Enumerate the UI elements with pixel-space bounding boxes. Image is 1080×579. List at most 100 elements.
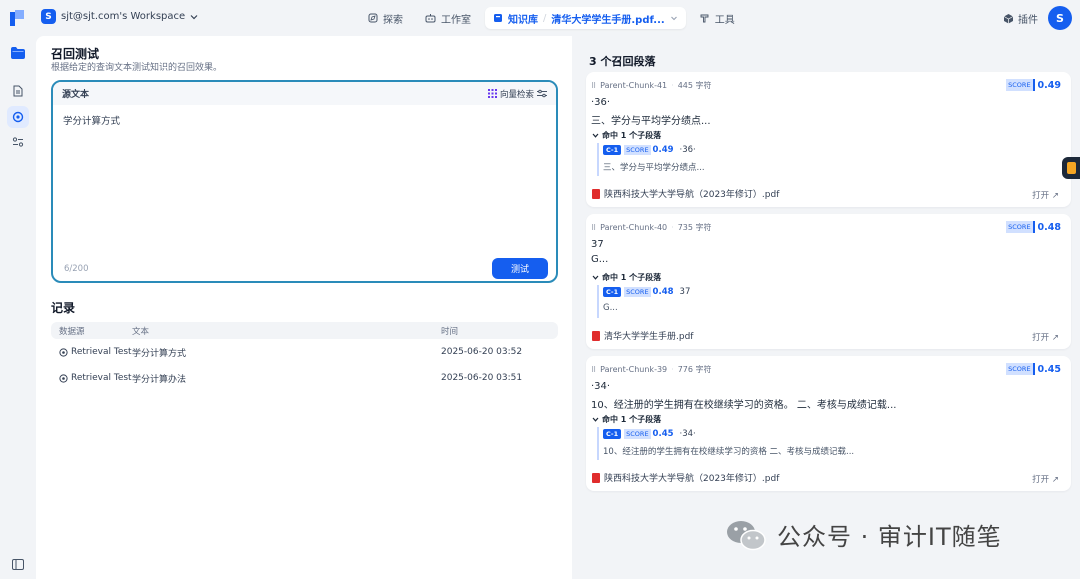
floating-widget-button[interactable] <box>1062 157 1080 179</box>
current-dataset-name[interactable]: 清华大学学生手册.pdf... <box>551 11 664 26</box>
child-chunk: C-1 SCORE 0.48 37 G... <box>597 285 1052 318</box>
child-tag: C-1 <box>603 287 622 297</box>
result-card[interactable]: ⠿ Parent-Chunk-40 · 735 字符 SCORE 0.48 37… <box>586 214 1071 349</box>
col-source: 数据源 <box>59 326 85 337</box>
page-description: 根据给定的查询文本测试知识的召回效果。 <box>51 63 223 73</box>
child-tag: C-1 <box>603 429 622 439</box>
char-count: 6/200 <box>64 264 89 274</box>
child-hits-toggle[interactable]: 命中 1 个子段落 <box>592 130 661 141</box>
nav-knowledge[interactable]: 知识库 / 清华大学学生手册.pdf... <box>485 7 686 29</box>
child-hits-toggle[interactable]: 命中 1 个子段落 <box>592 414 661 425</box>
results-panel: 3 个召回段落 ⠿ Parent-Chunk-41 · 445 字符 SCORE… <box>576 44 1072 579</box>
child-chunk: C-1 SCORE 0.45 ·34· 10、经注册的学生拥有在校继续学习的资格 … <box>597 427 1052 460</box>
child-score: SCORE 0.49 <box>624 145 674 155</box>
child-text: 10、经注册的学生拥有在校继续学习的资格 二、考核与成绩记载... <box>603 447 855 457</box>
source-text-box[interactable]: 源文本 向量检索 学分计算方式 6/200 测试 <box>51 80 558 283</box>
widget-icon <box>1066 162 1076 174</box>
hits-label: 命中 1 个子段落 <box>602 415 662 424</box>
plugins-button[interactable]: 插件 <box>1003 11 1038 26</box>
score-badge: SCORE 0.49 <box>1006 79 1061 91</box>
source-text-header: 源文本 向量检索 <box>53 82 556 105</box>
grid-icon: ⠿ <box>591 365 597 374</box>
row-source: Retrieval Test <box>51 373 132 383</box>
nav-separator: / <box>543 12 547 24</box>
hits-label: 命中 1 个子段落 <box>602 131 662 140</box>
chunk-line-2: 三、学分与平均学分绩点... <box>591 116 711 127</box>
plugins-label: 插件 <box>1018 15 1038 26</box>
nav-explore-label: 探索 <box>383 14 403 26</box>
score-label: SCORE <box>1006 79 1035 91</box>
score-label: SCORE <box>1006 363 1035 375</box>
workspace-avatar: S <box>41 9 56 24</box>
grid-icon: ⠿ <box>591 81 597 90</box>
grid-icon: ⠿ <box>591 223 597 232</box>
records-title: 记录 <box>51 301 76 315</box>
main-nav: 探索 工作室 知识库 / 清华大学学生手册.pdf... 工具 <box>360 7 743 29</box>
retrieval-test-panel: 召回测试 根据给定的查询文本测试知识的召回效果。 源文本 向量检索 学分计算方式… <box>36 36 572 579</box>
target-icon <box>59 373 68 383</box>
score-value: 0.45 <box>1037 363 1061 375</box>
sidebar-dataset[interactable] <box>7 42 29 64</box>
col-time: 时间 <box>441 326 459 337</box>
grid-icon <box>487 89 497 98</box>
nav-studio-label: 工作室 <box>441 14 471 26</box>
book-icon <box>494 14 502 22</box>
row-source-label: Retrieval Test <box>71 347 132 357</box>
pdf-icon <box>592 472 600 483</box>
child-score-label: SCORE <box>624 287 651 297</box>
table-row[interactable]: Retrieval Test 学分计算办法 2025-06-20 03:51 <box>51 365 558 391</box>
sidebar-collapse-button[interactable] <box>7 553 29 575</box>
child-score: SCORE 0.48 <box>624 287 674 297</box>
user-avatar[interactable]: S <box>1048 6 1072 30</box>
child-text: 三、学分与平均学分绩点... <box>603 163 705 173</box>
col-text: 文本 <box>132 326 150 337</box>
nav-tools[interactable]: 工具 <box>692 7 743 29</box>
nav-studio[interactable]: 工作室 <box>417 7 479 29</box>
child-score-label: SCORE <box>624 145 651 155</box>
chunk-meta: ⠿ Parent-Chunk-40 · 735 字符 <box>591 222 712 233</box>
chunk-line-1: ·36· <box>591 97 611 108</box>
result-card[interactable]: ⠿ Parent-Chunk-39 · 776 字符 SCORE 0.45 ·3… <box>586 356 1071 491</box>
child-chunk-meta: C-1 SCORE 0.48 37 <box>603 285 1052 299</box>
child-chunk-meta: C-1 SCORE 0.49 ·36· <box>603 143 1052 157</box>
separator-dot: · <box>671 81 674 90</box>
workspace-switcher[interactable]: S sjt@sjt.com's Workspace <box>41 9 198 24</box>
results-title: 3 个召回段落 <box>589 55 656 68</box>
query-textarea[interactable]: 学分计算方式 <box>63 113 120 127</box>
chevron-down-icon <box>592 133 599 138</box>
retrieval-mode-label: 向量检索 <box>499 89 534 100</box>
chunk-id: Parent-Chunk-40 <box>600 223 668 232</box>
hammer-icon <box>700 14 709 23</box>
app-logo-icon[interactable] <box>10 10 24 26</box>
nav-tools-label: 工具 <box>714 14 735 26</box>
child-score-value: 0.49 <box>652 145 674 155</box>
folder-icon <box>11 47 25 59</box>
test-button[interactable]: 测试 <box>492 258 548 279</box>
result-card[interactable]: ⠿ Parent-Chunk-41 · 445 字符 SCORE 0.49 ·3… <box>586 72 1071 207</box>
compass-icon <box>368 13 378 23</box>
open-link[interactable]: 打开 ↗ <box>1032 331 1059 343</box>
retrieval-mode-selector[interactable]: 向量检索 <box>487 88 547 100</box>
target-icon <box>59 347 68 357</box>
sidebar-documents[interactable] <box>7 80 29 102</box>
nav-explore[interactable]: 探索 <box>360 7 411 29</box>
chevron-down-icon <box>592 275 599 280</box>
sliders-icon <box>12 137 24 147</box>
chunk-line-1: ·34· <box>591 381 611 392</box>
sidebar-retrieval-test[interactable] <box>7 106 29 128</box>
records-header: 数据源 文本 时间 <box>51 322 558 339</box>
left-sidebar <box>0 36 36 579</box>
table-row[interactable]: Retrieval Test 学分计算方式 2025-06-20 03:52 <box>51 339 558 365</box>
chevron-down-icon[interactable] <box>670 14 678 22</box>
open-link[interactable]: 打开 ↗ <box>1032 473 1059 485</box>
source-file: 清华大学学生手册.pdf <box>592 329 693 342</box>
chunk-line-2: 10、经注册的学生拥有在校继续学习的资格。 二、考核与成绩记载... <box>591 400 897 411</box>
score-value: 0.48 <box>1037 221 1061 233</box>
sidebar-settings[interactable] <box>7 131 29 153</box>
child-score-value: 0.45 <box>652 429 674 439</box>
child-hits-toggle[interactable]: 命中 1 个子段落 <box>592 272 661 283</box>
open-link[interactable]: 打开 ↗ <box>1032 189 1059 201</box>
row-text: 学分计算办法 <box>132 374 187 385</box>
chunk-meta: ⠿ Parent-Chunk-41 · 445 字符 <box>591 80 712 91</box>
source-file-name: 清华大学学生手册.pdf <box>604 332 694 342</box>
